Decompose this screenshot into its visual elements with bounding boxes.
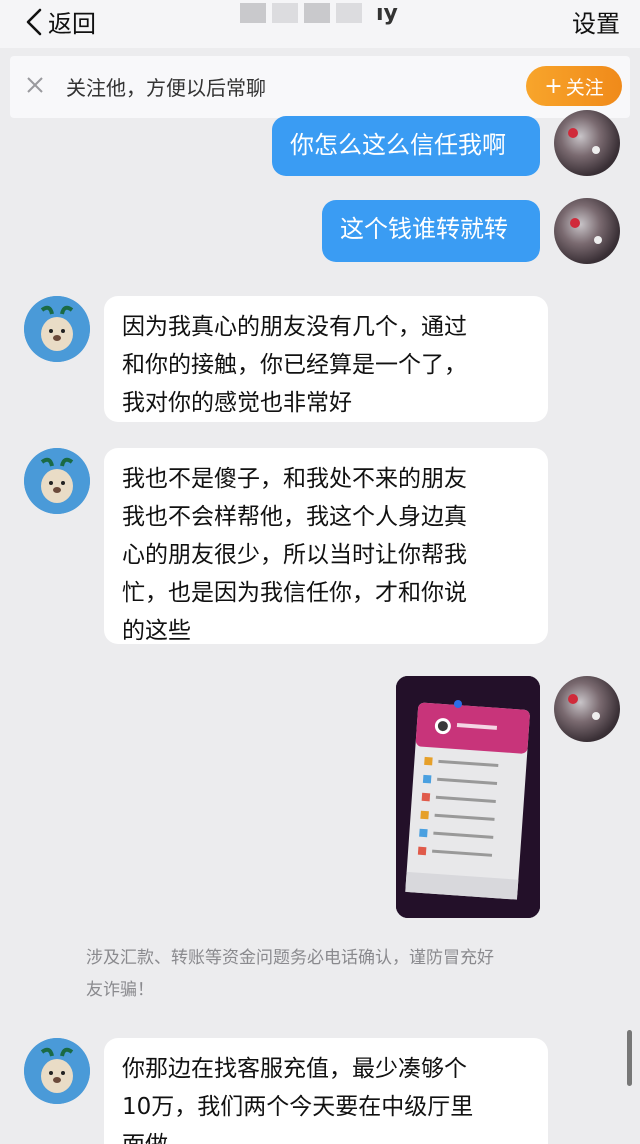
incoming-message-bubble[interactable]: 我也不是傻子，和我处不来的朋友 我也不会样帮他，我这个人身边真 心的朋友很少，所… <box>104 448 548 644</box>
blurred-name-block <box>336 3 362 23</box>
back-label: 返回 <box>48 10 96 38</box>
settings-button[interactable]: 设置 <box>572 4 620 39</box>
notice-line: 友诈骗！ <box>86 980 154 1000</box>
chat-title: ıy <box>240 0 400 26</box>
message-line: 的这些 <box>122 618 191 644</box>
message-text: 这个钱谁转就转 <box>340 215 508 243</box>
message-line: 10万，我们两个今天要在中级厅里 <box>122 1094 474 1120</box>
close-icon[interactable] <box>24 74 46 96</box>
message-line: 心的朋友很少，所以当时让你帮我 <box>122 542 467 568</box>
incoming-message-bubble[interactable]: 因为我真心的朋友没有几个，通过 和你的接触，你已经算是一个了， 我对你的感觉也非… <box>104 296 548 422</box>
avatar-detail <box>592 712 600 720</box>
chevron-left-icon <box>26 8 42 35</box>
message-line: 面做 <box>122 1126 530 1144</box>
blurred-name-block <box>304 3 330 23</box>
system-notice: 涉及汇款、转账等资金问题务必电话确认，谨防冒充好 友诈骗！ <box>86 942 566 1006</box>
avatar-detail <box>568 694 578 704</box>
blurred-name-block <box>272 3 298 23</box>
follow-button-label: 关注 <box>565 76 604 99</box>
follow-button[interactable]: + 关注 <box>526 66 622 106</box>
my-avatar[interactable] <box>554 198 620 264</box>
message-line: 我也不会样帮他，我这个人身边真 <box>122 504 467 530</box>
message-line: 我对你的感觉也非常好 <box>122 390 352 416</box>
blurred-name-block <box>240 3 266 23</box>
phone-screenshot-image <box>396 676 540 918</box>
incoming-message-bubble[interactable]: 你那边在找客服充值，最少凑够个 10万，我们两个今天要在中级厅里 面做 <box>104 1038 548 1144</box>
bear-icon <box>24 296 90 362</box>
outgoing-message-bubble[interactable]: 你怎么这么信任我啊 <box>272 116 540 176</box>
message-text: 你怎么这么信任我啊 <box>290 131 506 159</box>
notice-line: 涉及汇款、转账等资金问题务必电话确认，谨防冒充好 <box>86 948 494 968</box>
my-avatar[interactable] <box>554 110 620 176</box>
contact-avatar[interactable] <box>24 1038 90 1104</box>
message-line: 忙，也是因为我信任你，才和你说 <box>122 580 467 606</box>
my-avatar[interactable] <box>554 676 620 742</box>
message-line: 我也不是傻子，和我处不来的朋友 <box>122 466 467 492</box>
chat-title-fragment: ıy <box>376 0 398 26</box>
message-line: 你那边在找客服充值，最少凑够个 <box>122 1056 467 1082</box>
outgoing-message-bubble[interactable]: 这个钱谁转就转 <box>322 200 540 262</box>
contact-avatar[interactable] <box>24 448 90 514</box>
bear-icon <box>24 448 90 514</box>
avatar-detail <box>568 128 578 138</box>
back-button[interactable]: 返回 <box>22 4 96 39</box>
avatar-detail <box>592 146 600 154</box>
follow-prompt-bar: 关注他，方便以后常聊 + 关注 <box>10 56 630 118</box>
bear-icon <box>24 1038 90 1104</box>
message-line: 和你的接触，你已经算是一个了， <box>122 352 467 378</box>
top-bar: 返回 ıy 设置 <box>0 0 640 48</box>
scrollbar[interactable] <box>627 1030 632 1086</box>
image-message[interactable] <box>396 676 540 918</box>
avatar-detail <box>594 236 602 244</box>
plus-icon: + <box>544 73 563 99</box>
contact-avatar[interactable] <box>24 296 90 362</box>
avatar-detail <box>570 218 580 228</box>
follow-prompt-text: 关注他，方便以后常聊 <box>66 76 266 100</box>
message-line: 因为我真心的朋友没有几个，通过 <box>122 314 467 340</box>
